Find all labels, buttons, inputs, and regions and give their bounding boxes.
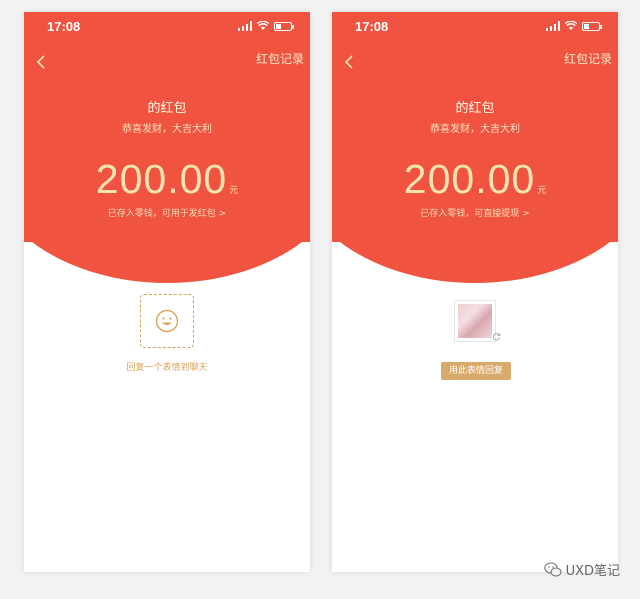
wish-text: 恭喜发财，大吉大利 bbox=[430, 124, 520, 135]
amount-row: 200.00 元 bbox=[332, 156, 618, 203]
amount-row: 200.00 元 bbox=[24, 156, 310, 203]
saved-to-balance-link[interactable]: 已存入零钱，可用于发红包 > bbox=[24, 206, 310, 219]
status-bar: 17:08 bbox=[332, 12, 618, 40]
signal-icon bbox=[546, 21, 560, 31]
amount-unit: 元 bbox=[229, 186, 239, 196]
wifi-icon bbox=[257, 21, 269, 30]
amount-value: 200.00 bbox=[403, 156, 536, 202]
refresh-icon[interactable] bbox=[492, 332, 501, 341]
status-time: 17:08 bbox=[47, 19, 81, 34]
red-packet-record-link[interactable]: 红包记录 bbox=[256, 50, 304, 67]
red-packet-record-link[interactable]: 红包记录 bbox=[564, 50, 612, 67]
amount-value: 200.00 bbox=[95, 156, 228, 202]
smile-icon bbox=[155, 309, 179, 333]
wechat-icon bbox=[543, 561, 562, 577]
status-icons bbox=[238, 21, 294, 31]
reply-sticker-hint[interactable]: 回复一个表情到聊天 bbox=[24, 360, 310, 373]
back-chevron-icon[interactable] bbox=[342, 52, 358, 72]
battery-icon bbox=[582, 21, 602, 31]
amount-unit: 元 bbox=[537, 186, 547, 196]
status-bar: 17:08 bbox=[24, 12, 310, 40]
watermark-text: UXD笔记 bbox=[565, 564, 620, 579]
sticker-reply-box[interactable] bbox=[140, 294, 194, 348]
watermark: UXD笔记 bbox=[543, 560, 620, 579]
sender-title: 的红包 bbox=[147, 101, 187, 116]
status-icons bbox=[546, 21, 602, 31]
saved-to-balance-link[interactable]: 已存入零钱，可直接提现 > bbox=[332, 206, 618, 219]
use-sticker-reply-button[interactable]: 用此表情回复 bbox=[441, 362, 511, 380]
battery-icon bbox=[274, 21, 294, 31]
back-chevron-icon[interactable] bbox=[34, 52, 50, 72]
sticker-image bbox=[458, 304, 492, 338]
wish-text: 恭喜发财，大吉大利 bbox=[122, 124, 212, 135]
phone-screen-right: 17:08 红包记录 的红包 恭喜发财，大吉大利 200.00 元 已存入零钱，可… bbox=[332, 12, 618, 572]
sticker-thumbnail[interactable] bbox=[454, 300, 496, 342]
wifi-icon bbox=[565, 21, 577, 30]
phone-screen-left: 17:08 红包记录 的红包 恭喜发财，大吉大利 200.00 元 已存入零钱，可… bbox=[24, 12, 310, 572]
signal-icon bbox=[238, 21, 252, 31]
status-time: 17:08 bbox=[355, 19, 389, 34]
sender-title: 的红包 bbox=[455, 101, 495, 116]
